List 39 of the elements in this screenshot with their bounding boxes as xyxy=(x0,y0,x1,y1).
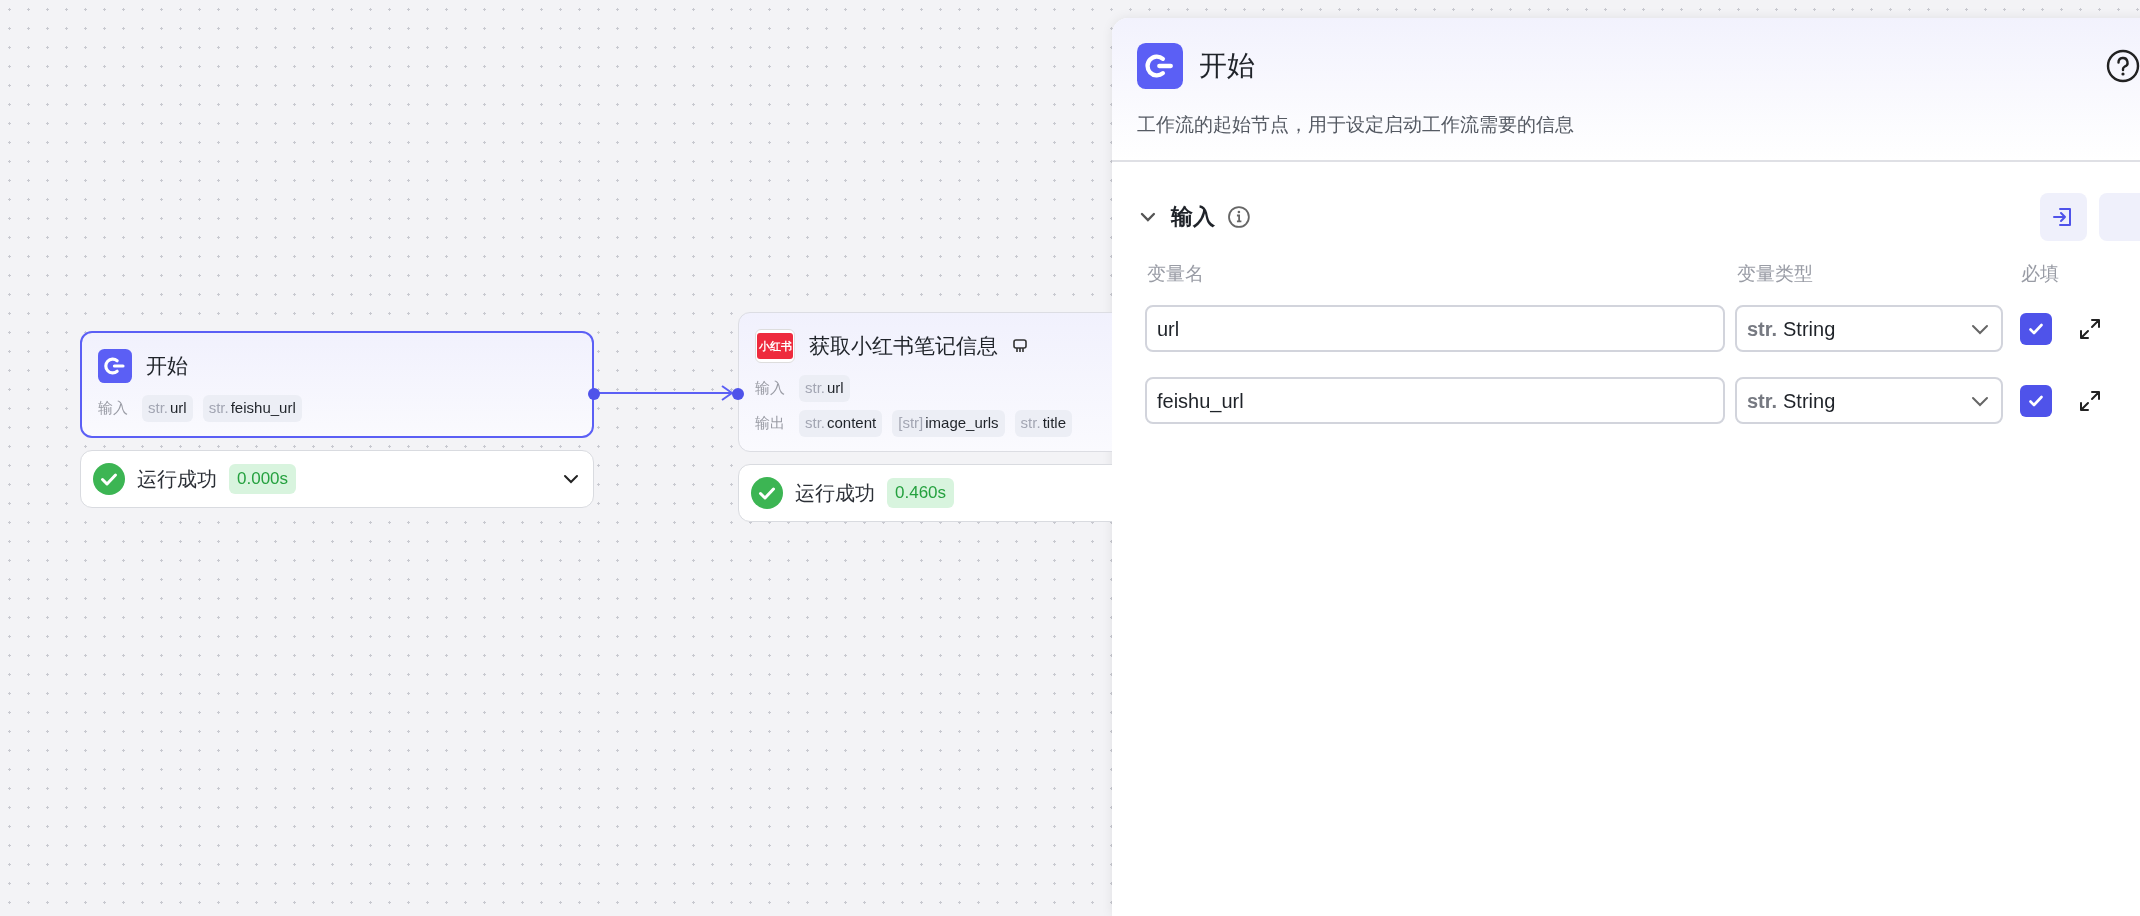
node-title: 获取小红书笔记信息 xyxy=(809,333,998,360)
row-label: 输入 xyxy=(98,398,128,419)
row-label: 输入 xyxy=(755,378,785,399)
variable-name-field[interactable]: url xyxy=(1145,305,1725,352)
node-type-icon xyxy=(1137,43,1183,89)
success-check-icon xyxy=(751,477,783,509)
panel-title: 开始 xyxy=(1199,49,1255,83)
duration-badge: 0.460s xyxy=(887,478,955,508)
type-select[interactable]: str. String xyxy=(1735,377,2003,424)
variable-tag: [str]image_urls xyxy=(892,410,1005,437)
status-text: 运行成功 xyxy=(795,481,875,506)
connection-handle[interactable] xyxy=(732,388,744,400)
variable-tag: str.url xyxy=(142,395,193,422)
plugin-icon xyxy=(1012,338,1028,354)
variable-name-field[interactable]: feishu_url xyxy=(1145,377,1725,424)
required-checkbox[interactable] xyxy=(2020,384,2052,417)
row-label: 输出 xyxy=(755,413,785,434)
import-button[interactable] xyxy=(2039,192,2088,241)
variable-tag: str.feishu_url xyxy=(202,395,302,422)
node-title: 开始 xyxy=(146,353,188,380)
success-check-icon xyxy=(93,463,125,495)
workflow-node[interactable]: 小红书 获取小红书笔记信息 输入 str.url 输出 str.content [str]image_urls str.title xyxy=(738,312,1112,452)
logo-icon: 小红书 xyxy=(755,329,795,363)
panel-description: 工作流的起始节点，用于设定启动工作流需要的信息 xyxy=(1137,113,1575,137)
column-header: 变量类型 xyxy=(1736,261,1814,286)
section-title: 输入 xyxy=(1170,203,1215,231)
node-type-icon xyxy=(98,349,132,383)
variable-tag: str.title xyxy=(1014,410,1072,437)
type-select[interactable]: str. String xyxy=(1735,305,2003,352)
column-header: 必填 xyxy=(2020,261,2060,286)
status-text: 运行成功 xyxy=(137,467,217,492)
workflow-node[interactable]: 开始 输入 str.url str.feishu_url xyxy=(80,331,594,438)
help-icon[interactable] xyxy=(2106,49,2140,83)
column-header: 变量名 xyxy=(1146,261,1205,286)
variable-tag: str.content xyxy=(799,410,883,437)
variable-tag: str.url xyxy=(799,375,850,402)
duration-badge: 0.000s xyxy=(229,464,297,494)
info-icon xyxy=(1226,204,1251,229)
required-checkbox[interactable] xyxy=(2020,312,2052,345)
